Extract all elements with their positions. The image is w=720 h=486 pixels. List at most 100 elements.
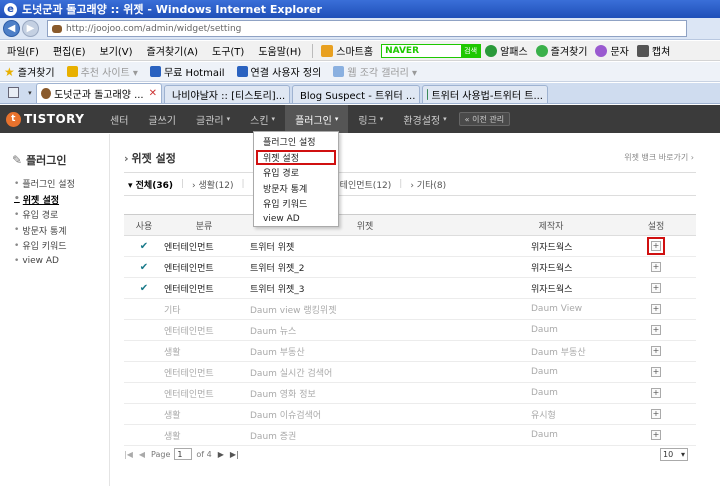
filter-all[interactable]: ▾ 전체(36) — [128, 178, 173, 191]
nav-skin-label: 스킨 — [250, 115, 269, 127]
fav-hotmail[interactable]: 무료 Hotmail — [144, 64, 231, 79]
filter-etc[interactable]: › 기타(8) — [410, 178, 446, 191]
page-number-input[interactable]: 1 — [174, 448, 193, 460]
sidebar-item-visitor-stats[interactable]: • 방문자 통계 — [14, 223, 75, 239]
url-input[interactable]: http://joojoo.com/admin/widget/setting — [47, 20, 687, 37]
add-widget-button[interactable]: + — [651, 241, 661, 251]
forward-button[interactable]: ▶ — [22, 20, 39, 37]
sidebar-item-view-ad[interactable]: • view AD — [14, 254, 75, 270]
menu-view[interactable]: 보기(V) — [93, 43, 140, 58]
quick-tabs[interactable]: ▾ — [4, 84, 36, 101]
sidebar-item-widget-settings[interactable]: • 위젯 설정 — [14, 192, 75, 208]
tistory-header: t TISTORY 센터 글쓰기 글관리 ▾ 스킨 ▾ 플러그인 ▾ 링크 ▾ 환경설정… — [0, 105, 720, 133]
page-title-text: 위젯 설정 — [131, 152, 176, 165]
nav-write[interactable]: 글쓰기 — [138, 105, 186, 133]
table-row: 기타 Daum view 랭킹위젯 Daum View + — [124, 299, 696, 320]
browser-tab-1[interactable]: 도넛군과 돌고래양 ... ✕ — [36, 83, 162, 103]
use-cell[interactable]: ✔ — [124, 262, 164, 273]
add-widget-button[interactable]: + — [651, 367, 661, 377]
fav-custom-links-label: 연결 사용자 정의 — [250, 68, 322, 79]
sidebar-item-keywords[interactable]: • 유입 키워드 — [14, 238, 75, 254]
naver-search-box[interactable]: NAVER 검색 — [381, 43, 482, 58]
widget-name-cell: Daum 실시간 검색어 — [250, 368, 333, 379]
col-maker: 제작자 — [538, 221, 564, 232]
nav-skin[interactable]: 스킨 ▾ — [240, 105, 285, 133]
add-widget-button[interactable]: + — [651, 304, 661, 314]
dropdown-item-widget-settings[interactable]: 위젯 설정 — [256, 149, 336, 165]
menu-favorites[interactable]: 즐겨찾기(A) — [140, 43, 205, 58]
alpass-button[interactable]: 알패스 — [481, 43, 532, 58]
menu-help[interactable]: 도움말(H) — [251, 43, 308, 58]
message-button[interactable]: 문자 — [591, 43, 632, 58]
menu-edit[interactable]: 편집(E) — [46, 43, 93, 58]
fav-custom-links[interactable]: 연결 사용자 정의 — [231, 64, 328, 79]
nav-link[interactable]: 링크 ▾ — [348, 105, 393, 133]
tab-label: 나비야날자 :: [티스토리]... — [172, 91, 286, 102]
nav-posts[interactable]: 글관리 ▾ — [186, 105, 240, 133]
tistory-logo[interactable]: t TISTORY — [0, 111, 100, 127]
sidebar-menu: • 플러그인 설정 • 위젯 설정 • 유입 경로 • 방문자 통계 • 유입 키워드 •… — [14, 176, 75, 269]
sidebar-item-referrers[interactable]: • 유입 경로 — [14, 207, 75, 223]
dropdown-item-referrers[interactable]: 유입 경로 — [254, 165, 338, 181]
prev-admin-button[interactable]: « 이전 관리 — [458, 112, 511, 126]
favorites-bar: ★ 즐겨찾기 추천 사이트 ▾ 무료 Hotmail 연결 사용자 정의 웹 조… — [0, 62, 720, 82]
bullet: • — [14, 225, 20, 236]
nav-center[interactable]: 센터 — [100, 105, 138, 133]
sidebar-title-text: 플러그인 — [26, 154, 67, 167]
add-widget-button[interactable]: + — [651, 409, 661, 419]
pagination: |◀ ◀ Page 1 of 4 ▶ ▶| 10 ▾ — [124, 444, 696, 464]
dropdown-item-view-ad[interactable]: view AD — [254, 212, 338, 228]
dropdown-item-keywords[interactable]: 유입 키워드 — [254, 196, 338, 212]
nav-settings[interactable]: 환경설정 ▾ — [393, 105, 456, 133]
add-widget-button[interactable]: + — [651, 262, 661, 272]
menu-tools[interactable]: 도구(T) — [205, 43, 251, 58]
next-page-icon[interactable]: ▶ — [218, 450, 224, 459]
browser-tab-row: ▾ 도넛군과 돌고래양 ... ✕ 나비야날자 :: [티스토리]... Blo… — [0, 83, 720, 104]
favorites-tool-label: 즐겨찾기 — [550, 47, 588, 58]
fav-web-slice-gallery[interactable]: 웹 조각 갤러리 ▾ — [327, 64, 423, 79]
favorites-label[interactable]: 즐겨찾기 — [18, 64, 61, 79]
add-widget-button[interactable]: + — [651, 388, 661, 398]
naver-search-button[interactable]: 검색 — [461, 44, 481, 57]
wrench-icon: ✎ — [12, 153, 23, 167]
fav-recommended-sites[interactable]: 추천 사이트 ▾ — [61, 64, 144, 79]
settings-cell: + — [616, 409, 696, 419]
filter-life[interactable]: › 생활(12) — [192, 178, 234, 191]
back-button[interactable]: ◀ — [3, 20, 20, 37]
page-size-select[interactable]: 10 ▾ — [660, 447, 688, 461]
first-page-icon[interactable]: |◀ — [124, 450, 133, 459]
tab-list-chevron-icon[interactable]: ▾ — [28, 89, 32, 97]
use-cell[interactable]: ✔ — [124, 283, 164, 294]
table-header: 사용 분류 위젯 제작자 설정 — [124, 214, 696, 236]
use-cell[interactable]: ✔ — [124, 241, 164, 252]
widget-bank-link[interactable]: 위젯 뱅크 바로가기 › — [624, 152, 694, 163]
maker-cell: Daum 부동산 — [531, 347, 586, 358]
dropdown-item-plugin-settings[interactable]: 플러그인 설정 — [254, 134, 338, 150]
add-widget-button[interactable]: + — [651, 325, 661, 335]
last-page-icon[interactable]: ▶| — [230, 450, 239, 459]
browser-tab-4[interactable]: 트위터 사용법-트위터 트... — [422, 85, 548, 103]
widget-name-cell: Daum view 랭킹위젯 — [250, 305, 337, 316]
message-icon — [595, 44, 608, 57]
favorites-tool-icon — [535, 44, 548, 57]
plugin-dropdown-menu: 플러그인 설정 위젯 설정 유입 경로 방문자 통계 유입 키워드 view A… — [253, 131, 339, 227]
sidebar-item-plugin-settings[interactable]: • 플러그인 설정 — [14, 176, 75, 192]
maker-cell: 위자드웍스 — [531, 242, 573, 253]
maker-cell: 유시형 — [531, 410, 556, 421]
smarthome-button[interactable]: 스마트홈 — [317, 43, 377, 58]
category-cell: 엔터테인먼트 — [164, 326, 214, 337]
nav-plugin[interactable]: 플러그인 ▾ — [285, 105, 349, 133]
dropdown-item-visitor-stats[interactable]: 방문자 통계 — [254, 181, 338, 197]
add-widget-button[interactable]: + — [651, 283, 661, 293]
browser-tab-3[interactable]: Blog Suspect - 트위터 ... — [292, 85, 420, 103]
category-cell: 기타 — [164, 305, 181, 316]
add-widget-button[interactable]: + — [651, 346, 661, 356]
filter-etc-label: 기타(8) — [416, 180, 447, 191]
browser-tab-2[interactable]: 나비야날자 :: [티스토리]... — [164, 85, 290, 103]
menu-file[interactable]: 파일(F) — [0, 43, 46, 58]
favorites-tool-button[interactable]: 즐겨찾기 — [532, 43, 592, 58]
prev-page-icon[interactable]: ◀ — [139, 450, 145, 459]
add-widget-button[interactable]: + — [651, 430, 661, 440]
tab-close-icon[interactable]: ✕ — [149, 88, 157, 99]
capture-button[interactable]: 캡쳐 — [633, 43, 674, 58]
